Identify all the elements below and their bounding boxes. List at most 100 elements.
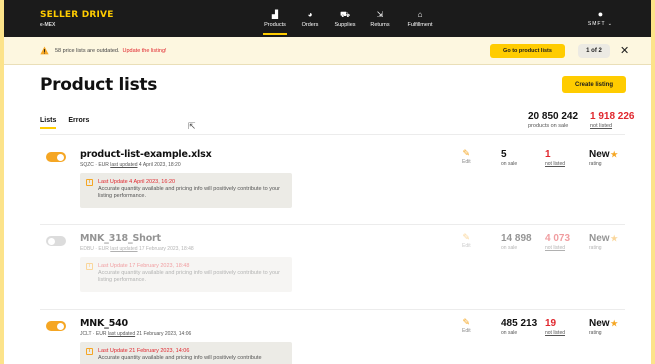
list-meta-date: 17 February 2023, 18:48 — [138, 246, 194, 252]
rating-stat: New★ rating — [589, 233, 618, 251]
outdated-lists-notice: 58 price lists are outdated. Update the l… — [4, 37, 651, 65]
list-name[interactable]: product-list-example.xlsx — [80, 149, 212, 160]
notice-pager[interactable]: 1 of 2 — [578, 44, 610, 58]
rating-label: rating — [589, 330, 602, 336]
nav-label: Orders — [301, 21, 319, 28]
rating-label: rating — [589, 161, 602, 167]
pencil-icon: ✎ — [462, 148, 471, 158]
last-updated-link[interactable]: last updated — [110, 246, 137, 252]
listing-toggle[interactable] — [46, 321, 66, 331]
tab-errors[interactable]: Errors — [68, 117, 89, 129]
info-body: Accurate quantity available and pricing … — [98, 270, 280, 283]
total-on-sale-label: products on sale — [528, 123, 569, 129]
info-icon: i — [86, 348, 93, 355]
rating-stat: New★ rating — [589, 318, 618, 336]
update-listing-link[interactable]: Update the listing! — [123, 48, 167, 54]
rating-stat: New★ rating — [589, 149, 618, 167]
total-on-sale: 20 850 242 products on sale — [528, 111, 578, 129]
list-tabs: Lists Errors — [40, 117, 101, 129]
on-sale-stat: 485 213 on sale — [501, 318, 537, 336]
list-meta: JCLT · EUR last updated 21 February 2023… — [80, 331, 191, 337]
warning-icon — [40, 46, 49, 55]
info-body: Accurate quantity available and pricing … — [98, 355, 262, 361]
close-icon[interactable]: ✕ — [620, 44, 629, 58]
mouse-pointer-icon: ⇱ — [188, 121, 196, 131]
brand-logo[interactable]: SELLER DRIVE e-MEX — [40, 10, 114, 28]
info-title: Last Update 17 February 2023, 18:48 — [98, 263, 190, 269]
on-sale-value: 485 213 — [501, 318, 538, 329]
update-info-box: i Last Update 17 February 2023, 18:48 Ac… — [80, 257, 292, 292]
edit-button[interactable]: ✎ Edit — [462, 148, 471, 165]
not-listed-label: not listed — [545, 161, 566, 167]
star-icon: ★ — [610, 319, 618, 328]
edit-label: Edit — [462, 243, 471, 249]
not-listed-stat[interactable]: 19 not listed — [545, 318, 565, 336]
update-info-box: i Last Update 4 April 2023, 16:20 Accura… — [80, 173, 292, 208]
list-name[interactable]: MNK_318_Short — [80, 233, 161, 244]
list-name[interactable]: MNK_540 — [80, 318, 128, 329]
nav-item-supplies[interactable]: ⛟ Supplies — [328, 0, 362, 37]
rating-label: rating — [589, 245, 602, 251]
brand-name: SELLER DRIVE — [40, 10, 114, 20]
row-divider — [40, 309, 625, 310]
listing-toggle[interactable] — [46, 236, 66, 246]
list-meta: EDBU · EUR last updated 17 February 2023… — [80, 246, 194, 252]
list-meta-prefix: EDBU · EUR — [80, 246, 109, 252]
nav-label: Supplies — [334, 21, 356, 28]
notice-text: 58 price lists are outdated. Update the l… — [55, 48, 167, 54]
info-icon: i — [86, 263, 93, 270]
edit-button[interactable]: ✎ Edit — [462, 317, 471, 334]
not-listed-value: 19 — [545, 318, 557, 329]
total-on-sale-value: 20 850 242 — [528, 111, 579, 122]
create-listing-button[interactable]: Create listing — [562, 76, 626, 93]
row-divider — [40, 224, 625, 225]
not-listed-label: not listed — [545, 330, 566, 336]
edit-label: Edit — [462, 328, 471, 334]
list-meta-prefix: JCLT · EUR — [80, 331, 107, 337]
top-navigation: SELLER DRIVE e-MEX ▟ Products ◕ Orders ⛟… — [4, 0, 651, 37]
on-sale-label: on sale — [501, 330, 518, 336]
nav-item-products[interactable]: ▟ Products — [258, 0, 292, 37]
not-listed-stat[interactable]: 1 not listed — [545, 149, 565, 167]
info-title: Last Update 21 February 2023, 14:06 — [98, 348, 190, 354]
nav-label: Returns — [370, 21, 390, 28]
list-meta: SQZC · EUR last updated 4 April 2023, 18… — [80, 162, 181, 168]
not-listed-stat[interactable]: 4 073 not listed — [545, 233, 570, 251]
rating-value: New — [589, 318, 610, 329]
nav-item-orders[interactable]: ◕ Orders — [293, 0, 327, 37]
pencil-icon: ✎ — [462, 317, 471, 327]
total-not-listed-label: not listed — [590, 123, 613, 129]
last-updated-link[interactable]: last updated — [108, 331, 135, 337]
info-icon: i — [86, 179, 93, 186]
supplies-icon: ⛟ — [339, 9, 351, 19]
on-sale-label: on sale — [501, 161, 518, 167]
nav-item-returns[interactable]: ⇲ Returns — [363, 0, 397, 37]
rating-value: New — [589, 233, 610, 244]
listing-toggle[interactable] — [46, 152, 66, 162]
divider — [40, 134, 625, 135]
total-not-listed-value: 1 918 226 — [590, 111, 635, 122]
app-window: SELLER DRIVE e-MEX ▟ Products ◕ Orders ⛟… — [4, 0, 651, 364]
not-listed-value: 4 073 — [545, 233, 571, 244]
go-to-product-lists-button[interactable]: Go to product lists — [490, 44, 565, 58]
not-listed-label: not listed — [545, 245, 566, 251]
tab-lists[interactable]: Lists — [40, 117, 57, 129]
account-menu[interactable]: ● SMFT ⌄ — [588, 9, 613, 27]
brand-sub: e-MEX — [40, 22, 56, 28]
nav-item-fulfillment[interactable]: ⌂ Fulfillment — [398, 0, 442, 37]
nav-label: Products — [264, 21, 286, 28]
notice-message: 58 price lists are outdated. — [55, 48, 120, 54]
orders-icon: ◕ — [307, 9, 313, 19]
list-meta-prefix: SQZC · EUR — [80, 162, 109, 168]
on-sale-stat: 5 on sale — [501, 149, 517, 167]
not-listed-value: 1 — [545, 149, 551, 160]
on-sale-value: 5 — [501, 149, 507, 160]
update-info-box: i Last Update 21 February 2023, 14:06 Ac… — [80, 342, 292, 364]
returns-icon: ⇲ — [376, 9, 384, 19]
list-meta-date: 4 April 2023, 18:20 — [138, 162, 181, 168]
total-not-listed[interactable]: 1 918 226 not listed — [590, 111, 635, 129]
edit-button[interactable]: ✎ Edit — [462, 232, 471, 249]
pencil-icon: ✎ — [462, 232, 471, 242]
list-meta-date: 21 February 2023, 14:06 — [136, 331, 192, 337]
last-updated-link[interactable]: last updated — [110, 162, 137, 168]
